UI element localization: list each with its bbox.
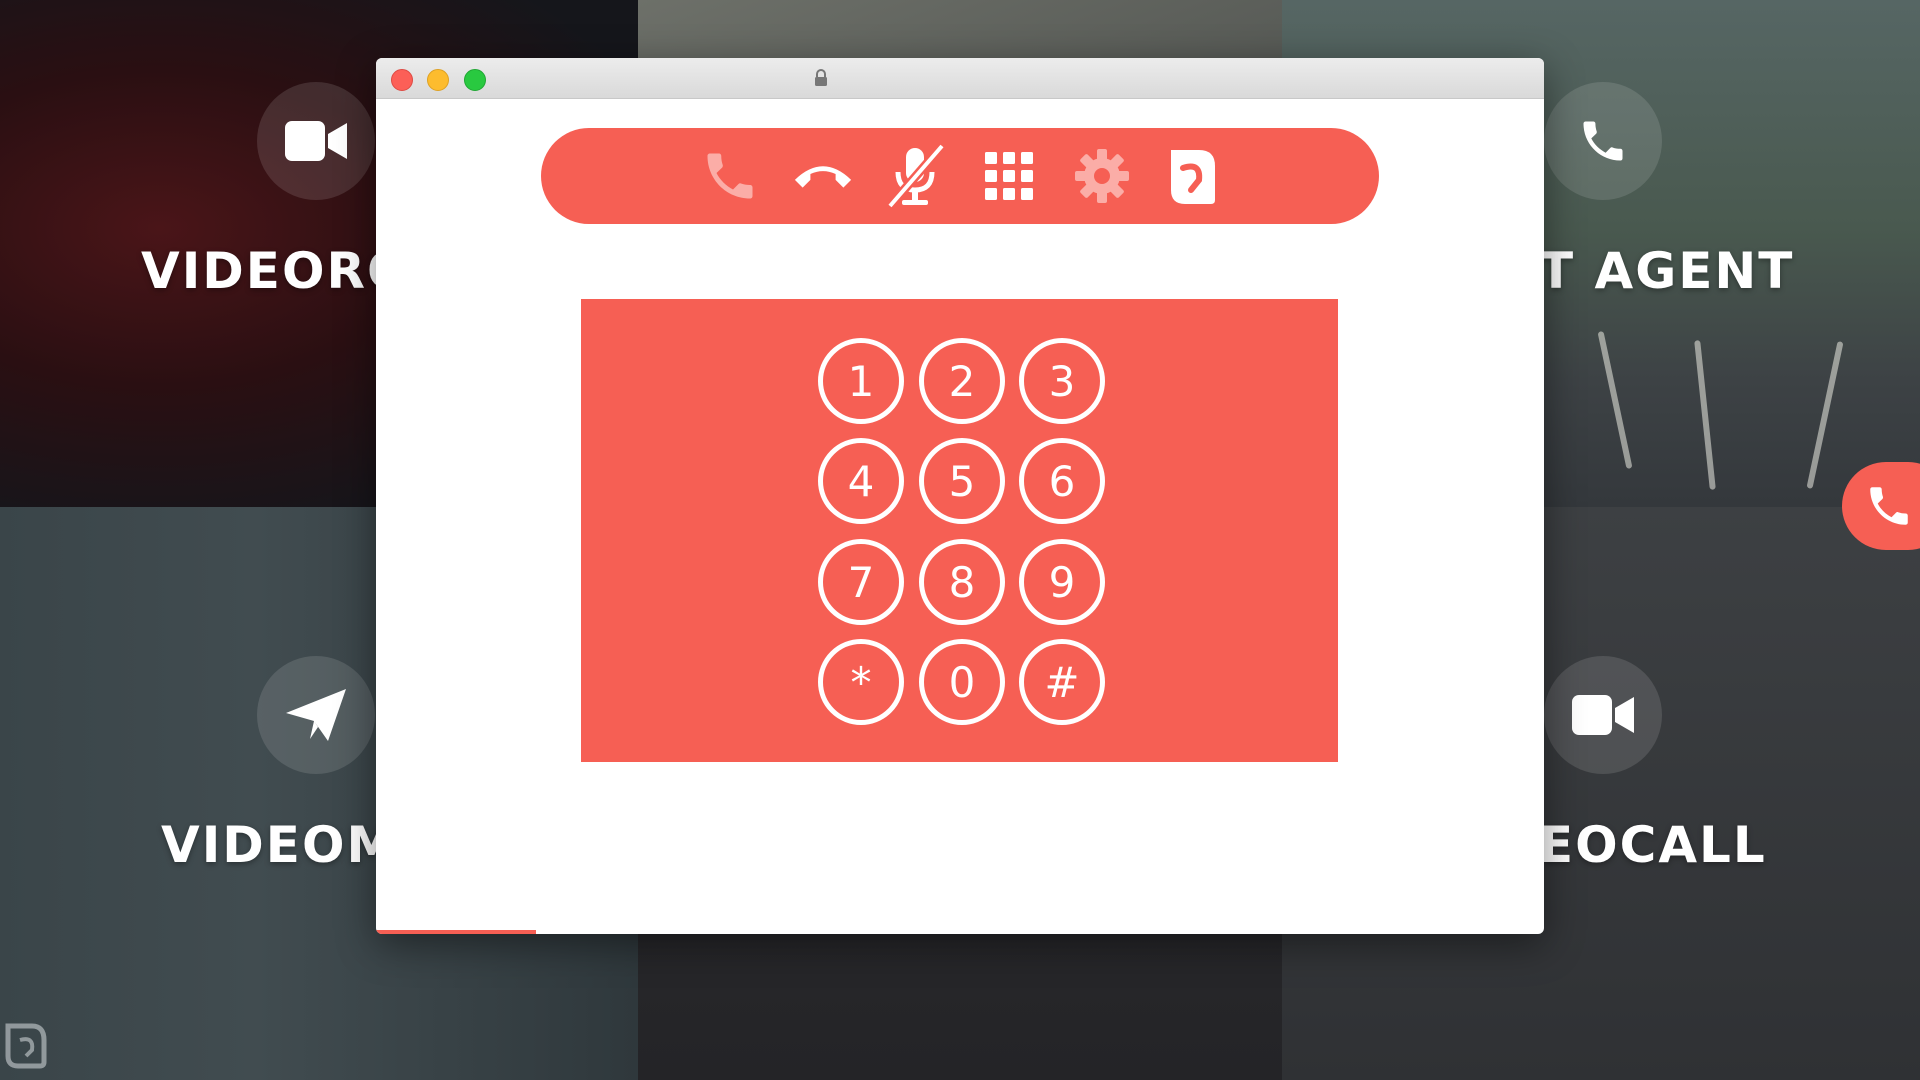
grid-icon <box>985 152 1033 200</box>
dial-key-hash[interactable]: # <box>1019 639 1105 725</box>
dial-key-1[interactable]: 1 <box>818 338 904 424</box>
window-maximize-button[interactable] <box>464 69 486 91</box>
settings-button[interactable] <box>1070 144 1134 208</box>
microphone-muted-icon <box>886 143 946 209</box>
dialpad: 1 2 3 4 5 6 7 8 9 * 0 # <box>581 299 1338 762</box>
dial-key-8[interactable]: 8 <box>919 539 1005 625</box>
tile-label-agent: T AGENT <box>1539 242 1795 300</box>
softphone-window: 1 2 3 4 5 6 7 8 9 * 0 # <box>376 58 1544 934</box>
call-button[interactable] <box>698 144 762 208</box>
dial-key-6[interactable]: 6 <box>1019 438 1105 524</box>
dial-key-7[interactable]: 7 <box>818 539 904 625</box>
dial-key-4[interactable]: 4 <box>818 438 904 524</box>
hang-up-icon <box>794 166 852 188</box>
phone-icon <box>1870 487 1908 525</box>
leaf-logo-icon <box>5 1023 47 1069</box>
tile-phone-icon[interactable] <box>1544 82 1662 200</box>
bottom-accent-strip <box>376 930 536 934</box>
tile-label-videoroom: VIDEORO <box>141 242 412 300</box>
tile-paper-plane-icon[interactable] <box>257 656 375 774</box>
tile-video-camera-icon[interactable] <box>257 82 375 200</box>
logo-button[interactable] <box>1161 144 1225 208</box>
dialpad-button[interactable] <box>977 144 1041 208</box>
tile-video-camera-icon-2[interactable] <box>1544 656 1662 774</box>
dial-key-star[interactable]: * <box>818 639 904 725</box>
leaf-logo-icon <box>1171 150 1215 204</box>
tile-label-videocall: EOCALL <box>1539 816 1767 874</box>
side-call-button[interactable] <box>1842 462 1920 550</box>
hang-up-button[interactable] <box>791 144 855 208</box>
dial-key-0[interactable]: 0 <box>919 639 1005 725</box>
mute-button[interactable] <box>884 143 948 209</box>
dial-key-3[interactable]: 3 <box>1019 338 1105 424</box>
tile-label-videomessage: VIDEOM <box>161 816 399 874</box>
lock-icon <box>815 69 827 86</box>
dial-key-2[interactable]: 2 <box>919 338 1005 424</box>
call-toolbar <box>541 128 1379 224</box>
window-titlebar[interactable] <box>376 58 1544 99</box>
dial-key-9[interactable]: 9 <box>1019 539 1105 625</box>
window-minimize-button[interactable] <box>427 69 449 91</box>
dial-key-5[interactable]: 5 <box>919 438 1005 524</box>
phone-icon <box>707 153 753 199</box>
window-close-button[interactable] <box>391 69 413 91</box>
gear-icon <box>1075 149 1129 203</box>
